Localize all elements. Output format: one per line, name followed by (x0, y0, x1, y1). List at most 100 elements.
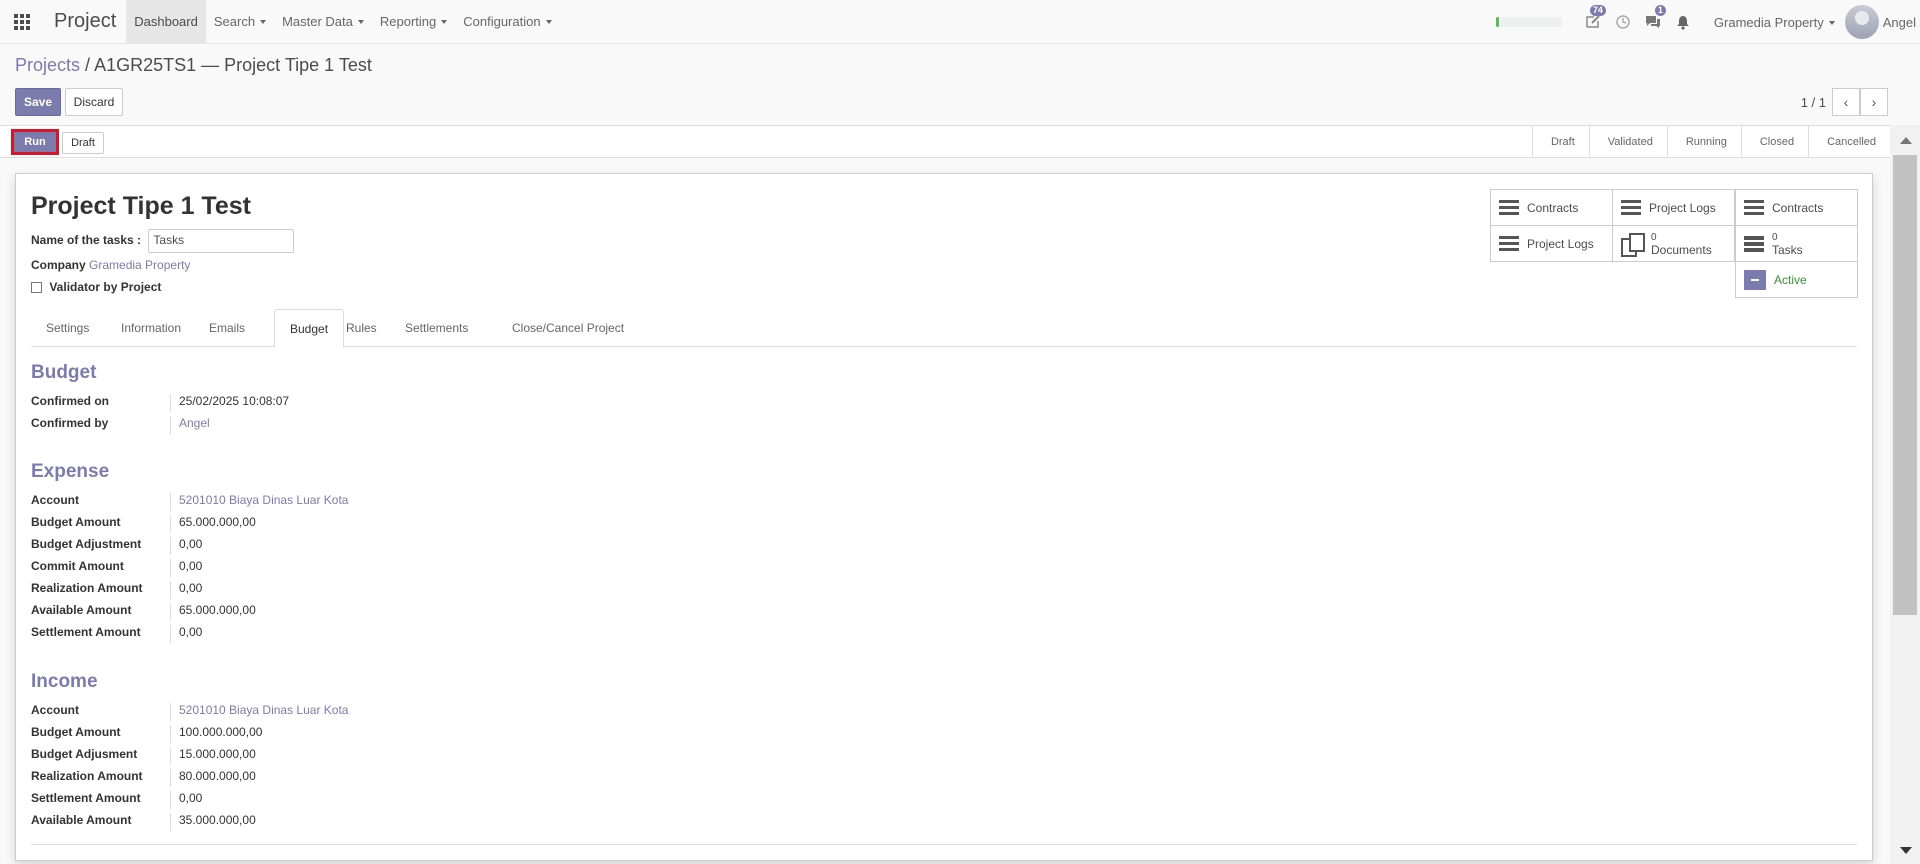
menu-master-data-label: Master Data (282, 14, 353, 29)
expense-row-label: Settlement Amount (31, 625, 171, 643)
list-icon (1499, 200, 1519, 215)
project-logs-smart-button-2[interactable]: Project Logs (1490, 225, 1613, 262)
contracts-label-2: Contracts (1772, 200, 1824, 215)
tasks-smart-button[interactable]: 0 Tasks (1735, 225, 1858, 262)
menu-dashboard[interactable]: Dashboard (126, 0, 206, 44)
validator-checkbox[interactable] (31, 282, 42, 294)
expense-row: Available Amount 65.000.000,00 (31, 603, 631, 621)
income-account-link[interactable]: 5201010 Biaya Dinas Luar Kota (171, 703, 348, 721)
tasks-name-label: Name of the tasks : (31, 233, 142, 248)
documents-smart-button[interactable]: 0 Documents (1612, 225, 1735, 262)
expense-row: Budget Amount 65.000.000,00 (31, 515, 631, 533)
notebook-tabs: Settings Information Emails Budget Rules… (31, 309, 1857, 348)
caret-down-icon (1828, 21, 1835, 26)
chat-icon[interactable]: 1 (1638, 0, 1668, 44)
contracts-smart-button-2[interactable]: Contracts (1735, 189, 1858, 226)
expense-row-label: Budget Adjustment (31, 537, 171, 555)
run-button[interactable]: Run (11, 129, 59, 155)
tab-rules[interactable]: Rules (331, 309, 392, 347)
budget-heading: Budget (31, 362, 97, 383)
expense-row-label: Realization Amount (31, 581, 171, 599)
pager-previous-button[interactable]: ‹ (1832, 88, 1860, 116)
list-icon (1744, 200, 1764, 215)
income-row-label: Budget Amount (31, 725, 171, 743)
caret-down-icon (357, 19, 364, 24)
menu-search[interactable]: Search (206, 0, 274, 44)
income-heading: Income (31, 671, 98, 692)
pager-next-button[interactable]: › (1860, 88, 1888, 116)
tasks-name-input[interactable]: Tasks (148, 229, 295, 253)
menu-search-label: Search (213, 14, 256, 29)
income-row: Realization Amount 80.000.000,00 (31, 769, 631, 787)
breadcrumb-separator: / (85, 55, 91, 75)
scroll-thumb[interactable] (1893, 155, 1917, 615)
expense-row-value: 0,00 (179, 581, 203, 595)
project-logs-smart-button-1[interactable]: Project Logs (1612, 189, 1735, 226)
contracts-smart-button-1[interactable]: Contracts (1490, 189, 1613, 226)
breadcrumb: Projects / A1GR25TS1 — Project Tipe 1 Te… (15, 55, 372, 76)
run-button-label: Run (14, 132, 56, 152)
tab-settings[interactable]: Settings (31, 309, 104, 347)
expense-row: Commit Amount 0,00 (31, 559, 631, 577)
tasks-count: 0 (1772, 231, 1778, 243)
breadcrumb-projects-link[interactable]: Projects (15, 55, 80, 75)
company-field: Company Gramedia Property (31, 258, 190, 272)
stage-running[interactable]: Running (1666, 126, 1741, 157)
income-row: Account 5201010 Biaya Dinas Luar Kota (31, 703, 631, 721)
tab-information[interactable]: Information (106, 309, 196, 347)
clock-icon[interactable] (1608, 0, 1638, 44)
income-row-label: Account (31, 703, 171, 721)
active-label: Active (1774, 272, 1807, 287)
bell-icon[interactable] (1668, 0, 1698, 44)
active-toggle-button[interactable]: Active (1735, 261, 1858, 298)
tab-emails[interactable]: Emails (194, 309, 260, 347)
validator-field: Validator by Project (31, 280, 161, 294)
expense-row-value: 0,00 (179, 537, 203, 551)
confirmed-by-row: Confirmed by Angel (31, 416, 631, 434)
expense-row-value: 0,00 (179, 625, 203, 639)
income-row-label: Settlement Amount (31, 791, 171, 809)
stage-validated[interactable]: Validated (1588, 126, 1667, 157)
project-title: Project Tipe 1 Test (31, 192, 251, 220)
pager: 1 / 1 ‹ › (1801, 88, 1888, 116)
confirmed-by-link[interactable]: Angel (171, 416, 210, 434)
apps-grid-icon[interactable] (0, 0, 44, 44)
company-link[interactable]: Gramedia Property (89, 258, 190, 272)
scroll-up-arrow-icon[interactable] (1900, 137, 1912, 144)
save-button[interactable]: Save (15, 88, 61, 116)
user-menu[interactable]: Angel (1844, 5, 1920, 39)
expense-row-label: Commit Amount (31, 559, 171, 577)
activity-edit-icon[interactable]: 74 (1578, 0, 1608, 44)
expense-row-label: Available Amount (31, 603, 171, 621)
avatar (1844, 5, 1879, 39)
onboarding-progress-bar[interactable] (1495, 17, 1562, 27)
expense-account-link[interactable]: 5201010 Biaya Dinas Luar Kota (171, 493, 348, 511)
form-sheet: Project Tipe 1 Test Name of the tasks : … (15, 173, 1873, 861)
page-scrollbar[interactable] (1890, 125, 1920, 864)
menu-master-data[interactable]: Master Data (274, 0, 372, 44)
company-switcher[interactable]: Gramedia Property (1698, 15, 1845, 30)
stage-closed[interactable]: Closed (1740, 126, 1808, 157)
chevron-left-icon: ‹ (1843, 94, 1849, 110)
scroll-down-arrow-icon[interactable] (1900, 847, 1912, 854)
list-icon (1499, 236, 1519, 251)
expense-row: Settlement Amount 0,00 (31, 625, 631, 643)
income-row-value: 80.000.000,00 (179, 769, 256, 783)
caret-down-icon (545, 19, 552, 24)
documents-icon (1621, 232, 1645, 257)
menu-configuration[interactable]: Configuration (455, 0, 559, 44)
confirmed-on-row: Confirmed on 25/02/2025 10:08:07 (31, 394, 631, 412)
income-row-label: Available Amount (31, 813, 171, 831)
income-row-value: 15.000.000,00 (179, 747, 256, 761)
stage-cancelled[interactable]: Cancelled (1808, 126, 1890, 157)
tab-close-cancel-project[interactable]: Close/Cancel Project (497, 309, 639, 347)
discard-button[interactable]: Discard (65, 88, 123, 116)
stage-draft[interactable]: Draft (1531, 126, 1589, 157)
tab-settlements[interactable]: Settlements (390, 309, 483, 347)
confirmed-on-value: 25/02/2025 10:08:07 (179, 394, 290, 408)
breadcrumb-current: A1GR25TS1 — Project Tipe 1 Test (94, 55, 372, 75)
menu-reporting[interactable]: Reporting (372, 0, 455, 44)
pager-value[interactable]: 1 / 1 (1801, 95, 1826, 110)
expense-row: Budget Adjustment 0,00 (31, 537, 631, 555)
draft-button[interactable]: Draft (62, 132, 104, 154)
